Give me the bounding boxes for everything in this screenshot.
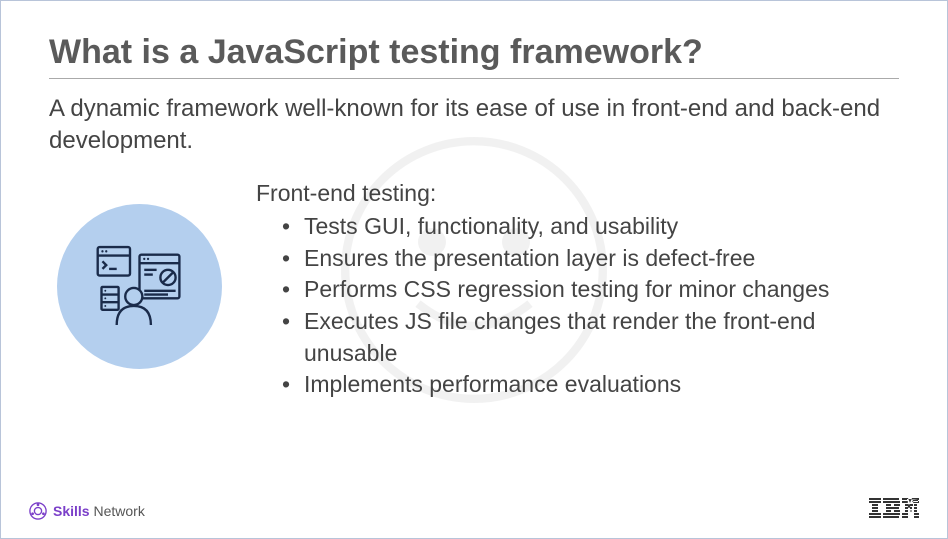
sn-badge-icon xyxy=(29,502,47,520)
skills-network-logo: Skills Network xyxy=(29,502,145,520)
list-item: Performs CSS regression testing for mino… xyxy=(282,274,899,306)
list-item: Executes JS file changes that render the… xyxy=(282,306,899,369)
bullet-list: Tests GUI, functionality, and usability … xyxy=(256,211,899,401)
slide-title: What is a JavaScript testing framework? xyxy=(49,33,899,79)
list-item: Tests GUI, functionality, and usability xyxy=(282,211,899,243)
list-item: Implements performance evaluations xyxy=(282,369,899,401)
content-row: Front-end testing: Tests GUI, functional… xyxy=(49,180,899,401)
testing-icon xyxy=(57,204,222,369)
footer-network-text: Network xyxy=(93,503,144,519)
slide: What is a JavaScript testing framework? … xyxy=(1,1,947,538)
list-block: Front-end testing: Tests GUI, functional… xyxy=(256,180,899,401)
list-title: Front-end testing: xyxy=(256,180,899,207)
footer-skills-text: Skills xyxy=(53,503,90,519)
list-item: Ensures the presentation layer is defect… xyxy=(282,243,899,275)
slide-subtitle: A dynamic framework well-known for its e… xyxy=(49,93,899,158)
ibm-logo xyxy=(869,498,919,524)
footer: Skills Network xyxy=(1,498,947,524)
